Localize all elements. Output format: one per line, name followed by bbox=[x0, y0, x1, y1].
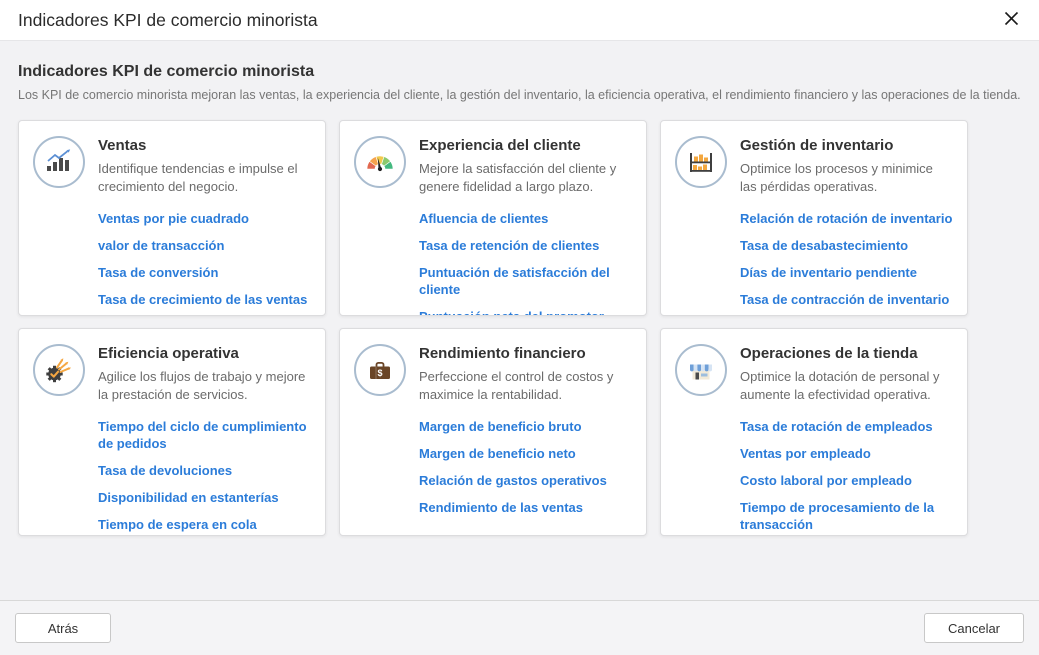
kpi-link-list: Tiempo del ciclo de cumplimiento de pedi… bbox=[98, 418, 311, 533]
kpi-link-list: Ventas por pie cuadrado valor de transac… bbox=[98, 210, 311, 308]
card-experiencia-del-cliente: Experiencia del cliente Mejore la satisf… bbox=[339, 120, 647, 316]
kpi-link[interactable]: Tiempo de procesamiento de la transacció… bbox=[740, 499, 953, 533]
dialog-footer: Atrás Cancelar bbox=[0, 600, 1039, 655]
close-icon bbox=[1004, 11, 1019, 29]
card-description: Perfeccione el control de costos y maxim… bbox=[419, 368, 632, 404]
satisfaction-gauge-icon bbox=[354, 136, 406, 188]
kpi-link[interactable]: Relación de rotación de inventario bbox=[740, 210, 953, 227]
svg-text:$: $ bbox=[377, 368, 382, 378]
kpi-link[interactable]: Tasa de crecimiento de las ventas bbox=[98, 291, 311, 308]
kpi-link[interactable]: Ventas por pie cuadrado bbox=[98, 210, 311, 227]
card-description: Identifique tendencias e impulse el crec… bbox=[98, 160, 311, 196]
kpi-link[interactable]: Margen de beneficio neto bbox=[419, 445, 632, 462]
kpi-link[interactable]: Tasa de desabastecimiento bbox=[740, 237, 953, 254]
kpi-card-grid: Ventas Identifique tendencias e impulse … bbox=[18, 120, 1021, 536]
card-title: Gestión de inventario bbox=[740, 137, 953, 154]
dialog-titlebar: Indicadores KPI de comercio minorista bbox=[0, 0, 1039, 40]
kpi-link[interactable]: Rendimiento de las ventas bbox=[419, 499, 632, 516]
page-description: Los KPI de comercio minorista mejoran la… bbox=[18, 86, 1021, 104]
kpi-link[interactable]: Puntuación neta del promotor bbox=[419, 308, 632, 316]
kpi-link[interactable]: Tasa de conversión bbox=[98, 264, 311, 281]
gear-arrows-icon bbox=[33, 344, 85, 396]
kpi-link[interactable]: Puntuación de satisfacción del cliente bbox=[419, 264, 632, 298]
card-description: Agilice los flujos de trabajo y mejore l… bbox=[98, 368, 311, 404]
cancel-button[interactable]: Cancelar bbox=[924, 613, 1024, 643]
page-title: Indicadores KPI de comercio minorista bbox=[18, 63, 1021, 81]
kpi-link[interactable]: Tasa de contracción de inventario bbox=[740, 291, 953, 308]
kpi-link[interactable]: Afluencia de clientes bbox=[419, 210, 632, 227]
card-description: Optimice la dotación de personal y aumen… bbox=[740, 368, 953, 404]
card-title: Experiencia del cliente bbox=[419, 137, 632, 154]
card-title: Ventas bbox=[98, 137, 311, 154]
card-eficiencia-operativa: Eficiencia operativa Agilice los flujos … bbox=[18, 328, 326, 536]
back-button[interactable]: Atrás bbox=[15, 613, 111, 643]
kpi-link[interactable]: Margen de beneficio bruto bbox=[419, 418, 632, 435]
kpi-link[interactable]: Tasa de retención de clientes bbox=[419, 237, 632, 254]
inventory-shelf-icon bbox=[675, 136, 727, 188]
kpi-link[interactable]: Tiempo del ciclo de cumplimiento de pedi… bbox=[98, 418, 311, 452]
kpi-link-list: Relación de rotación de inventario Tasa … bbox=[740, 210, 953, 308]
kpi-link[interactable]: Disponibilidad en estanterías bbox=[98, 489, 311, 506]
card-title: Eficiencia operativa bbox=[98, 345, 311, 362]
card-ventas: Ventas Identifique tendencias e impulse … bbox=[18, 120, 326, 316]
kpi-link[interactable]: Tiempo de espera en cola bbox=[98, 516, 311, 533]
kpi-link[interactable]: Ventas por empleado bbox=[740, 445, 953, 462]
close-button[interactable] bbox=[995, 4, 1027, 36]
card-title: Rendimiento financiero bbox=[419, 345, 632, 362]
card-gestion-de-inventario: Gestión de inventario Optimice los proce… bbox=[660, 120, 968, 316]
card-operaciones-de-la-tienda: Operaciones de la tienda Optimice la dot… bbox=[660, 328, 968, 536]
kpi-link-list: Tasa de rotación de empleados Ventas por… bbox=[740, 418, 953, 533]
storefront-icon bbox=[675, 344, 727, 396]
kpi-link[interactable]: valor de transacción bbox=[98, 237, 311, 254]
kpi-link[interactable]: Costo laboral por empleado bbox=[740, 472, 953, 489]
dialog-title: Indicadores KPI de comercio minorista bbox=[18, 10, 318, 31]
kpi-link[interactable]: Tasa de devoluciones bbox=[98, 462, 311, 479]
dialog-content: Indicadores KPI de comercio minorista Lo… bbox=[0, 40, 1039, 600]
bar-chart-growth-icon bbox=[33, 136, 85, 188]
card-description: Mejore la satisfacción del cliente y gen… bbox=[419, 160, 632, 196]
kpi-link-list: Afluencia de clientes Tasa de retención … bbox=[419, 210, 632, 316]
kpi-link[interactable]: Tasa de rotación de empleados bbox=[740, 418, 953, 435]
kpi-link[interactable]: Relación de gastos operativos bbox=[419, 472, 632, 489]
briefcase-dollar-icon: $ bbox=[354, 344, 406, 396]
card-title: Operaciones de la tienda bbox=[740, 345, 953, 362]
kpi-link-list: Margen de beneficio bruto Margen de bene… bbox=[419, 418, 632, 516]
card-rendimiento-financiero: $ Rendimiento financiero Perfeccione el … bbox=[339, 328, 647, 536]
kpi-link[interactable]: Días de inventario pendiente bbox=[740, 264, 953, 281]
card-description: Optimice los procesos y minimice las pér… bbox=[740, 160, 953, 196]
